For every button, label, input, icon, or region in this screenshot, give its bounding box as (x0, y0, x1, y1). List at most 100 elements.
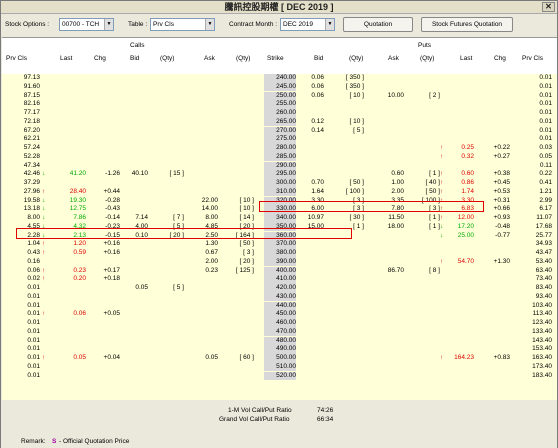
cell-clast: 0.05 (73, 354, 86, 361)
cell-pp: 34.93 (535, 240, 552, 248)
cell-strike: 300.00 (264, 179, 296, 188)
cell-clast: 0.20 (73, 275, 86, 283)
cell-pbid: 0.70 (311, 179, 324, 186)
cell-caq: [ 50 ] (226, 240, 254, 249)
table-row[interactable]: 0.01 510.00 173.40 (2, 362, 557, 372)
table-row[interactable]: 82.16 255.00 0.01 (2, 100, 557, 109)
table-row[interactable]: 0.01 440.00 103.40 (2, 301, 557, 311)
cell-cbid: 40.10 (131, 170, 148, 178)
column-header: Bid (314, 55, 324, 62)
bracket: ] (360, 196, 364, 204)
cell-pbq: [ 30 ] (324, 214, 364, 223)
cell-clast: 0.59 (73, 249, 86, 256)
cell-paq: [ 8 ] (404, 267, 440, 276)
cell-caq: [ 125 ] (226, 267, 254, 276)
close-icon[interactable]: ✕ (542, 2, 555, 12)
table-row[interactable]: 47.34 290.00 0.11 (2, 161, 557, 171)
table-row[interactable]: 0.01 470.00 133.40 (2, 327, 557, 337)
stock-futures-quotation-button[interactable]: Stock Futures Quotation (421, 17, 513, 32)
cell-caq: [ 164 ] (226, 232, 254, 241)
cell-cbid: 0.10 (135, 231, 148, 239)
bracket: ] (360, 187, 364, 195)
cell-strike: 290.00 (264, 161, 296, 171)
cell-pask: 7.80 (391, 205, 404, 213)
cell-strike: 520.00 (264, 371, 296, 381)
arrow-up-icon: ↑ (440, 187, 444, 195)
cell-cchg: +0.17 (103, 266, 120, 274)
table-row[interactable]: 0.01 430.00 93.40 (2, 292, 557, 302)
table-row[interactable]: 72.18 265.00 0.12[ 10 ] 0.01 (2, 117, 557, 127)
table-row[interactable]: 0.01 ↑ 0.06 +0.05 450.00 113.40 (2, 310, 557, 319)
cell-strike: 480.00 (264, 336, 296, 346)
table-row[interactable]: 57.24 280.00 0.25 ↑ +0.22 0.03 (2, 144, 557, 153)
bracket: ] (180, 231, 184, 239)
arrow-down-icon: ↓ (440, 222, 444, 230)
table-row[interactable]: 0.01 ↑ 0.05 +0.04 0.05[ 60 ] 500.00 164.23 ↑ +0.… (2, 354, 557, 363)
table-row[interactable]: 0.01 490.00 153.40 (2, 345, 557, 354)
qty-value: 100 (349, 187, 361, 195)
cell-caq: [ 14 ] (226, 214, 254, 223)
qty-value: 350 (349, 74, 361, 81)
bracket: ] (180, 222, 184, 230)
table-row[interactable]: 0.01 460.00 123.40 (2, 319, 557, 328)
cell-plast: 0.32 (461, 152, 474, 160)
cell-pp: 0.11 (539, 161, 552, 169)
cell-strike: 380.00 (264, 249, 296, 258)
table-row[interactable]: 0.16 2.00 [ 20 ] 390.00 54.70 ↑ +1.30 53.40 (2, 257, 557, 267)
table-row[interactable]: 0.01 480.00 143.40 (2, 336, 557, 346)
cell-plast: 17.20 (457, 222, 474, 230)
cell-cask: 4.85 (205, 222, 218, 230)
cell-cask: 14.00 (201, 205, 218, 213)
cell-strike: 420.00 (264, 284, 296, 293)
bracket: ] (250, 205, 254, 213)
cell-plast: 0.86 (461, 179, 474, 186)
cell-paq: [ 1 ] (404, 223, 440, 232)
stock-options-select[interactable]: 00700 - TCH ▼ (59, 18, 114, 31)
cell-cchg: +0.44 (103, 187, 120, 195)
table-row[interactable]: 87.15 250.00 0.06[ 10 ] 10.00[ 2 ] 0.01 (2, 91, 557, 101)
table-row[interactable]: 42.46 ↓ 41.20 -1.26 40.10[ 15 ] 295.00 0.60[ 1… (2, 170, 557, 179)
cell-pp: 0.01 (539, 126, 552, 134)
qty-value: 100 (425, 196, 437, 204)
table-row[interactable]: 62.21 275.00 0.01 (2, 135, 557, 144)
cell-pbid: 0.06 (311, 74, 324, 81)
bracket: ] (360, 117, 364, 125)
cell-cask: 1.30 (205, 240, 218, 248)
table-row[interactable]: 52.28 285.00 0.32 ↑ +0.27 0.05 (2, 152, 557, 162)
arrow-up-icon: ↑ (440, 214, 444, 221)
cell-cp: 97.13 (23, 74, 40, 81)
table-row[interactable]: 1.04 ↑ 1.20 +0.16 1.30 [ 50 ] 370.00 34.93 (2, 240, 557, 249)
table-row[interactable]: 91.60 245.00 0.06[ 350 ] 0.01 (2, 82, 557, 92)
bracket: ] (250, 249, 254, 256)
table-row[interactable]: 8.00 ↓ 7.86 -0.14 7.14[ 7 ] 8.00[ 14 ] 340.00 1… (2, 214, 557, 223)
table-row[interactable]: 4.55 ↓ 4.32 -0.23 4.00[ 5 ] 4.85[ 20 ] 350.00 1… (2, 222, 557, 232)
table-row[interactable]: 19.58 ↓ 19.30 -0.28 22.00[ 10 ] 320.00 3.30[ 3… (2, 196, 557, 206)
table-row[interactable]: 0.01 0.05 [ 5 ] 420.00 83.40 (2, 284, 557, 293)
table-row[interactable]: 2.28 ↓ 2.13 -0.15 0.10[ 20 ] 2.50[ 164 ] 360.0… (2, 231, 557, 241)
cell-cchg: +0.16 (103, 240, 120, 248)
table-row[interactable]: 77.17 260.00 0.01 (2, 109, 557, 118)
table-row[interactable]: 0.02 ↑ 0.20 +0.18 410.00 73.40 (2, 275, 557, 284)
table-row[interactable]: 0.01 520.00 183.40 (2, 371, 557, 381)
table-select[interactable]: Prv Cls ▼ (150, 18, 215, 31)
table-row[interactable]: 37.29 300.00 0.70[ 50 ] 1.00[ 40 ] 0.86 ↑ +0.4… (2, 179, 557, 188)
table-row[interactable]: 0.43 ↑ 0.59 +0.16 0.67 [ 3 ] 380.00 43.47 (2, 249, 557, 258)
cell-plast: 1.74 (461, 187, 474, 195)
table-row[interactable]: 13.18 ↓ 12.75 -0.43 14.00[ 10 ] 330.00 6.00[ 3… (2, 205, 557, 214)
cell-pchg: -0.77 (495, 231, 510, 239)
table-row[interactable]: 97.13 240.00 0.06[ 350 ] 0.01 (2, 74, 557, 83)
cell-cp: 72.18 (23, 117, 40, 125)
cell-strike: 350.00 (264, 222, 296, 232)
contract-month-select[interactable]: DEC 2019 ▼ (280, 18, 335, 31)
quotation-button[interactable]: Quotation (343, 17, 413, 32)
cell-cchg: -0.43 (105, 205, 120, 213)
cell-strike: 490.00 (264, 345, 296, 354)
table-row[interactable]: 0.06 ↑ 0.23 +0.17 0.23 [ 125 ] 400.00 86.70[ 8 … (2, 266, 557, 276)
arrow-down-icon: ↓ (42, 214, 46, 221)
cell-pbid: 3.30 (311, 196, 324, 204)
cell-cbq: [ 15 ] (154, 170, 184, 179)
cell-strike: 255.00 (264, 100, 296, 109)
cell-cp: 0.01 (27, 310, 40, 318)
table-row[interactable]: 67.20 270.00 0.14[ 5 ] 0.01 (2, 126, 557, 136)
table-row[interactable]: 27.96 ↑ 28.40 +0.44 310.00 1.64[ 100 ] 2.00[ 5… (2, 187, 557, 197)
